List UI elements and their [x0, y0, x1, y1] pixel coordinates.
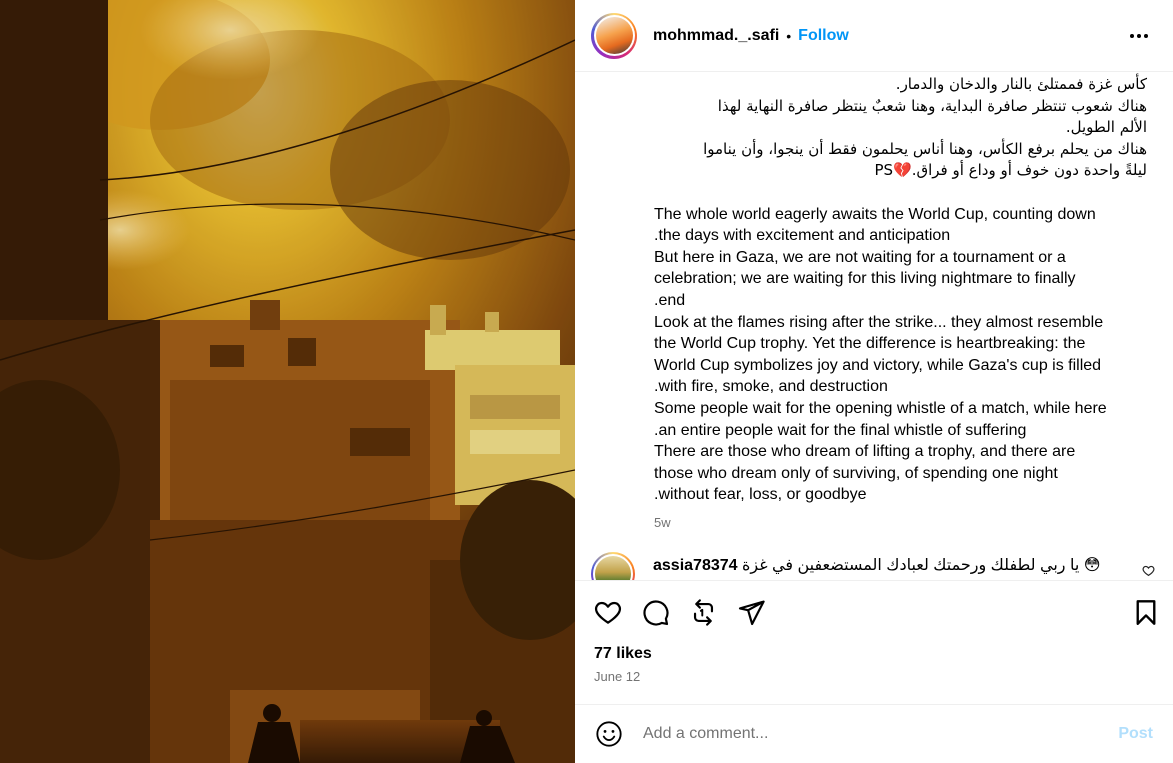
caption-line-ar: ليلةً واحدة دون خوف أو وداع أو فراق.💔PS — [874, 161, 1147, 180]
post-comment-button[interactable]: Post — [1118, 725, 1153, 743]
caption-time-ago[interactable]: 5w — [654, 515, 671, 530]
add-comment-bar: Post — [575, 704, 1173, 763]
action-bar — [575, 581, 1173, 643]
bookmark-icon[interactable] — [1129, 592, 1159, 632]
follow-button[interactable]: Follow — [798, 27, 849, 45]
comment-like-heart-icon[interactable] — [1142, 564, 1155, 580]
more-options-icon[interactable] — [1127, 24, 1151, 48]
emoji-icon[interactable] — [595, 720, 623, 748]
caption-line-en: World Cup symbolizes joy and victory, wh… — [654, 356, 1102, 374]
author-avatar[interactable] — [591, 12, 637, 59]
author-avatar-image — [595, 17, 633, 54]
commenter-avatar[interactable] — [591, 552, 635, 580]
caption-line-ar: هناك من يحلم برفع الكأس، وهنا أناس يحلمو… — [703, 139, 1147, 158]
comment-text: يا ربي لطفلك ورحمتك لعبادك المستضعفين في… — [741, 557, 1101, 574]
caption-line-en: .end — [654, 291, 686, 309]
caption-line-ar: كأس غزة فممتلئ بالنار والدخان والدمار. — [895, 75, 1147, 93]
post-image[interactable] — [0, 0, 575, 763]
caption-line-en: .without fear, loss, or goodbye — [654, 486, 867, 504]
commenter-username[interactable]: assia78374 — [653, 557, 738, 574]
comment-input[interactable] — [641, 724, 1119, 744]
caption-line-en: The whole world eagerly awaits the World… — [654, 205, 1096, 223]
caption-line-en: the World Cup trophy. Yet the difference… — [654, 335, 1086, 353]
caption-line-en: celebration; we are waiting for this liv… — [654, 270, 1076, 288]
caption-scroll-area[interactable]: كأس غزة فممتلئ بالنار والدخان والدمار. ه… — [575, 72, 1173, 581]
post-panel: mohmmad._.safi • Follow كأس غزة فممتلئ ب… — [575, 0, 1173, 763]
author-username[interactable]: mohmmad._.safi — [653, 27, 779, 45]
caption-line-ar: هناك شعوب تنتظر صافرة البداية، وهنا شعبٌ… — [717, 96, 1147, 115]
share-icon[interactable] — [737, 592, 785, 632]
repost-icon[interactable] — [689, 592, 737, 632]
caption-line-en: Some people wait for the opening whistle… — [654, 399, 1107, 417]
heart-icon[interactable] — [593, 592, 641, 632]
post-header: mohmmad._.safi • Follow — [575, 0, 1173, 72]
caption-line-en: Look at the flames rising after the stri… — [654, 313, 1104, 331]
gaza-fire-photo — [0, 0, 575, 763]
comment-icon[interactable] — [641, 592, 689, 632]
caption-line-en: There are those who dream of lifting a t… — [654, 443, 1076, 461]
instagram-post: mohmmad._.safi • Follow كأس غزة فممتلئ ب… — [0, 0, 1173, 763]
caption-line-en: .the days with excitement and anticipati… — [654, 227, 951, 245]
caption-line-en: .with fire, smoke, and destruction — [654, 378, 888, 396]
caption-line-ar: الألم الطويل. — [1065, 118, 1147, 137]
caption-line-en: .an entire people wait for the final whi… — [654, 421, 1027, 439]
post-date: June 12 — [594, 669, 641, 684]
post-caption: كأس غزة فممتلئ بالنار والدخان والدمار. ه… — [654, 74, 1147, 506]
comment-item: assia78374 يا ربي لطفلك ورحمتك لعبادك ال… — [591, 552, 1155, 580]
caption-line-en: those who dream only of surviving, of sp… — [654, 464, 1058, 482]
separator-dot: • — [786, 27, 792, 44]
likes-count[interactable]: 77 likes — [575, 645, 1173, 663]
caption-line-en: But here in Gaza, we are not waiting for… — [654, 248, 1066, 266]
